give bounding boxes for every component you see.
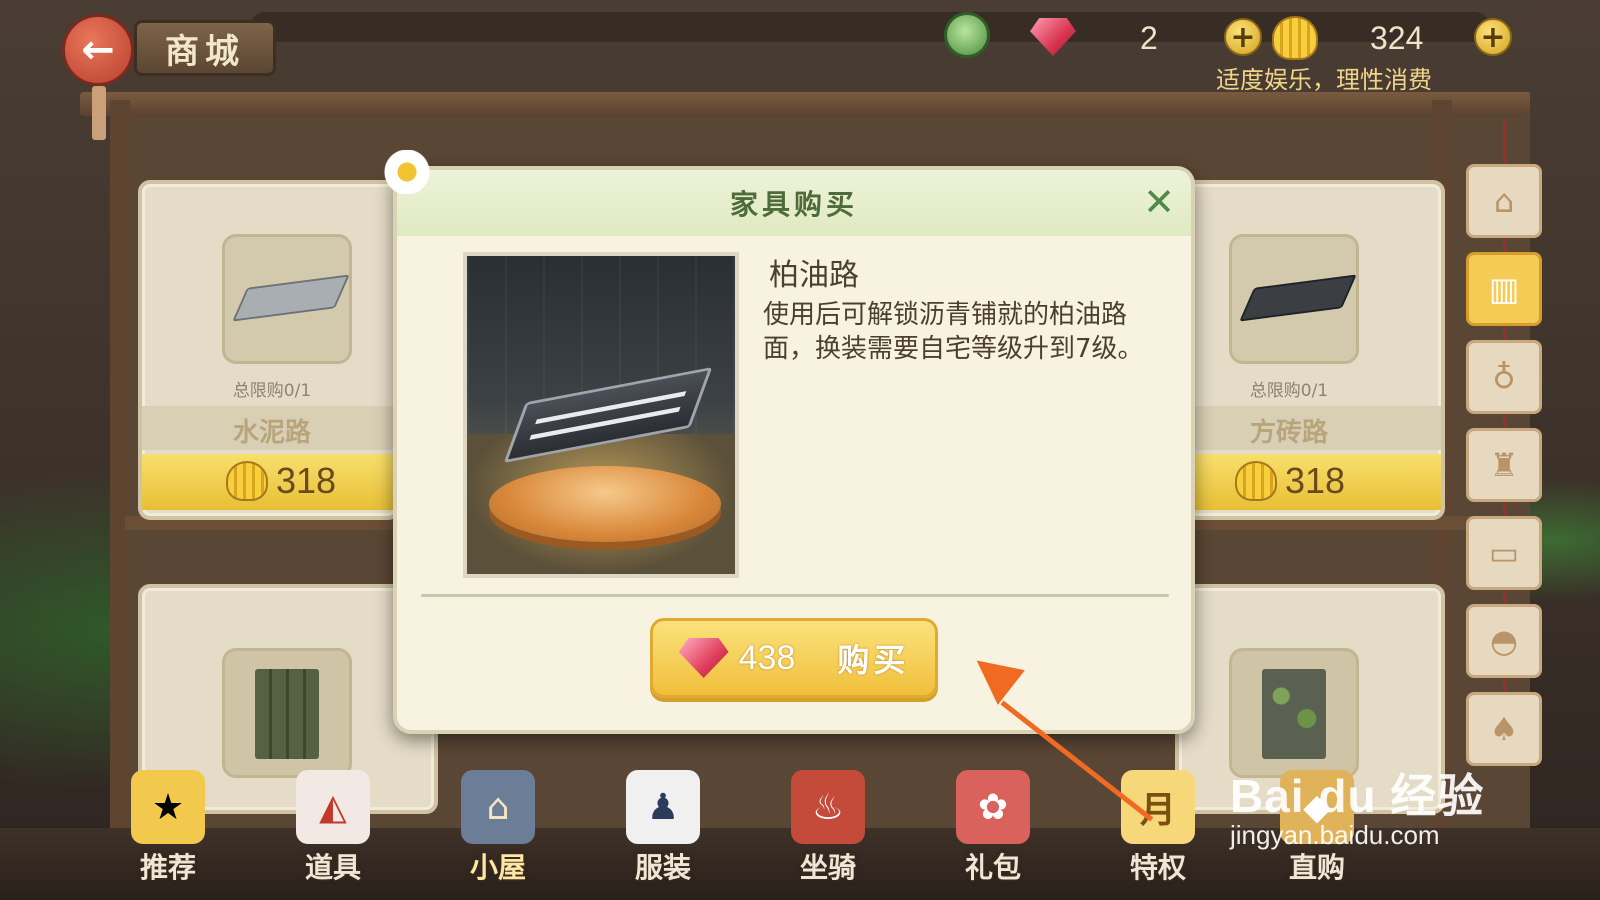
brick-road-tile — [1239, 274, 1357, 322]
back-button[interactable]: ← — [62, 14, 134, 86]
flower-decoration — [376, 150, 438, 194]
item-price-value: 318 — [1285, 460, 1346, 501]
dialog-divider — [421, 594, 1169, 597]
gem-icon — [1030, 18, 1076, 56]
side-tab-fence[interactable]: ▥ — [1466, 252, 1542, 326]
shell-icon — [1272, 16, 1318, 60]
nav-label: 礼包 — [964, 851, 1021, 884]
ivy-wall-icon — [1262, 669, 1326, 759]
nav-tab-house[interactable]: ⌂ 小屋 — [443, 770, 553, 886]
purchase-limit: 总限购0/1 — [1249, 381, 1329, 401]
shell-icon — [226, 461, 268, 501]
item-name: 柏油路 — [769, 258, 859, 293]
item-price: 318 — [226, 460, 336, 502]
fox-mask-icon: ◭ — [296, 770, 370, 844]
add-gem-button[interactable]: + — [1224, 18, 1262, 56]
chat-icon[interactable] — [944, 12, 990, 58]
nav-label: 小屋 — [469, 851, 526, 884]
dialog-header: 家具购买 ✕ — [397, 170, 1191, 236]
item-thumbnail — [1229, 648, 1359, 778]
bicycle-icon: ♨ — [791, 770, 865, 844]
item-name: 水泥路 — [232, 418, 311, 448]
chair-icon: ♜ — [1489, 446, 1519, 484]
nav-tab-mount[interactable]: ♨ 坐骑 — [773, 770, 883, 886]
nav-label: 推荐 — [139, 851, 196, 884]
concrete-road-tile — [232, 274, 350, 322]
wood-panel-icon — [255, 669, 319, 759]
close-button[interactable]: ✕ — [1139, 182, 1179, 222]
star-icon: ★ — [131, 770, 205, 844]
side-tab-house[interactable]: ⌂ — [1466, 164, 1542, 238]
shop-item-card[interactable]: 总限购0/1 方砖路 318 — [1175, 180, 1445, 520]
nav-tab-items[interactable]: ◭ 道具 — [278, 770, 388, 886]
shell-count: 324 — [1370, 20, 1424, 56]
buy-label: 购买 — [837, 641, 910, 679]
bed-icon: ▭ — [1488, 534, 1520, 572]
fence-icon: ▥ — [1488, 270, 1520, 308]
fan-icon: ◓ — [1490, 622, 1518, 660]
shell-icon — [1235, 461, 1277, 501]
spending-notice: 适度娱乐，理性消费 — [1216, 66, 1432, 94]
nav-label: 坐骑 — [799, 851, 856, 884]
arrow-left-icon: ← — [81, 27, 115, 73]
item-name: 方砖路 — [1249, 418, 1328, 448]
lamp-icon: ♠ — [1489, 710, 1519, 748]
nav-label: 直购 — [1288, 851, 1345, 884]
side-tab-lamp[interactable]: ♠ — [1466, 692, 1542, 766]
shelf-post-left — [110, 100, 130, 830]
nav-label: 特权 — [1129, 851, 1186, 884]
side-tab-bed[interactable]: ▭ — [1466, 516, 1542, 590]
side-tab-fan[interactable]: ◓ — [1466, 604, 1542, 678]
display-pedestal — [489, 466, 721, 542]
baidu-jingyan-watermark: Bai du 经验 jingyan.baidu.com — [1230, 760, 1484, 851]
buy-price: 438 — [738, 638, 796, 677]
watermark-logo: Bai du 经验 — [1230, 770, 1485, 822]
item-preview-image — [463, 252, 739, 578]
table-icon: ♁ — [1492, 358, 1516, 396]
page-title: 商城 — [134, 20, 276, 76]
shop-item-card[interactable]: 总限购0/1 水泥路 318 — [138, 180, 400, 520]
uniform-icon: ♟ — [626, 770, 700, 844]
nav-tab-gift[interactable]: ✿ 礼包 — [938, 770, 1048, 886]
side-tab-chair[interactable]: ♜ — [1466, 428, 1542, 502]
side-tab-table[interactable]: ♁ — [1466, 340, 1542, 414]
gift-icon: ✿ — [956, 770, 1030, 844]
gem-icon — [678, 638, 729, 678]
item-thumbnail — [1229, 234, 1359, 364]
buy-button[interactable]: 438 购买 — [650, 618, 938, 698]
nav-label: 服装 — [634, 851, 691, 884]
nav-tab-clothing[interactable]: ♟ 服装 — [608, 770, 718, 886]
nav-label: 道具 — [304, 851, 361, 884]
item-thumbnail — [222, 234, 352, 364]
purchase-limit: 总限购0/1 — [232, 381, 312, 401]
lantern-tassel — [92, 86, 106, 140]
dialog-title: 家具购买 — [729, 188, 858, 221]
furniture-purchase-dialog: 家具购买 ✕ 柏油路 使用后可解锁沥青铺就的柏油路面，换装需要自宅等级升到7级。… — [393, 166, 1195, 734]
house-icon: ⌂ — [461, 770, 535, 844]
item-price-value: 318 — [276, 460, 337, 501]
add-shell-button[interactable]: + — [1474, 18, 1512, 56]
shop-top-beam — [80, 92, 1530, 116]
close-icon: ✕ — [1143, 180, 1175, 224]
house-icon: ⌂ — [1493, 182, 1515, 220]
item-price: 318 — [1235, 460, 1345, 502]
item-thumbnail — [222, 648, 352, 778]
item-description: 使用后可解锁沥青铺就的柏油路面，换装需要自宅等级升到7级。 — [763, 300, 1144, 364]
gem-count: 2 — [1140, 20, 1158, 56]
nav-tab-privilege[interactable]: 月 特权 — [1103, 770, 1213, 886]
nav-tab-recommend[interactable]: ★ 推荐 — [113, 770, 223, 886]
